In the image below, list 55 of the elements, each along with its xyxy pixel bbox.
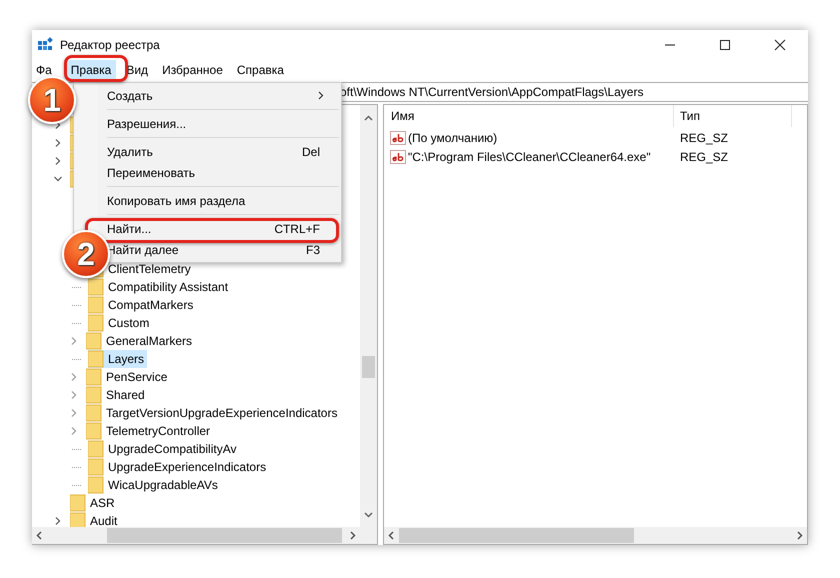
scroll-right-icon[interactable] <box>797 531 803 540</box>
menu-bar-item[interactable]: Правка <box>66 60 116 80</box>
scroll-left-icon[interactable] <box>36 531 42 540</box>
scroll-right-icon[interactable] <box>350 531 356 540</box>
scroll-left-icon[interactable] <box>388 531 394 540</box>
column-header[interactable]: Тип <box>674 105 792 127</box>
shortcut-label: CTRL+F <box>274 222 320 236</box>
highlight-ring <box>64 55 128 82</box>
scroll-down-icon[interactable] <box>364 512 373 518</box>
menu-bar-item[interactable]: Справка <box>230 60 291 80</box>
scroll-thumb[interactable] <box>399 528 634 543</box>
string-value-icon <box>390 130 406 144</box>
menu-item[interactable]: Удалить <box>107 144 302 158</box>
registry-icon <box>37 37 53 53</box>
tree-item[interactable]: CompatMarkers <box>88 296 196 314</box>
shortcut-label: F3 <box>306 242 320 256</box>
tree-item[interactable]: Layers <box>88 350 148 368</box>
menu-item[interactable]: Разрешения... <box>107 116 320 130</box>
window-title: Редактор реестра <box>60 38 160 52</box>
chevron-down-icon[interactable] <box>54 175 62 183</box>
value-name: "C:\Program Files\CCleaner\CCleaner64.exe" <box>408 150 651 164</box>
menu-item[interactable]: Создать <box>107 88 320 102</box>
horizontal-scrollbar[interactable] <box>384 527 807 544</box>
scroll-up-icon[interactable] <box>364 115 373 121</box>
value-name: (По умолчанию) <box>408 130 498 144</box>
tree-item[interactable]: ASR <box>54 494 118 512</box>
menu-item[interactable]: Копировать имя раздела <box>107 194 320 208</box>
tree-item[interactable]: Shared <box>86 386 148 404</box>
value-type: REG_SZ <box>679 130 730 144</box>
maximize-icon[interactable] <box>719 39 731 51</box>
value-type: REG_SZ <box>679 150 730 164</box>
tree-item[interactable]: UpgradeCompatibilityAv <box>88 440 240 458</box>
tree-item[interactable]: Audit <box>54 512 120 527</box>
menu-item[interactable]: Найти... <box>107 222 274 236</box>
scroll-thumb[interactable] <box>362 356 375 378</box>
shortcut-label: Del <box>302 144 320 158</box>
vertical-scrollbar[interactable] <box>360 105 377 544</box>
close-icon[interactable] <box>774 39 786 51</box>
tree-item[interactable]: PenService <box>86 368 170 386</box>
tree-item[interactable]: GeneralMarkers <box>86 332 196 350</box>
scroll-thumb[interactable] <box>107 528 342 543</box>
menu-item[interactable]: Переименовать <box>107 166 320 180</box>
tree-item[interactable]: TelemetryController <box>86 422 214 440</box>
chevron-right-icon[interactable] <box>54 139 62 147</box>
string-value-icon <box>390 150 406 164</box>
tree-item[interactable]: Compatibility Assistant <box>88 278 232 296</box>
chevron-right-icon[interactable] <box>54 157 62 165</box>
horizontal-scrollbar[interactable] <box>32 527 360 544</box>
column-header[interactable]: Имя <box>384 105 674 127</box>
menu-bar-item[interactable]: Избранное <box>155 60 230 80</box>
tree-item[interactable]: Custom <box>88 314 152 332</box>
tree-item[interactable]: WicaUpgradableAVs <box>88 476 221 494</box>
chevron-right-icon[interactable] <box>54 517 62 525</box>
tree-item[interactable]: UpgradeExperienceIndicators <box>88 458 270 476</box>
tree-item[interactable]: TargetVersionUpgradeExperienceIndicators <box>86 404 340 422</box>
